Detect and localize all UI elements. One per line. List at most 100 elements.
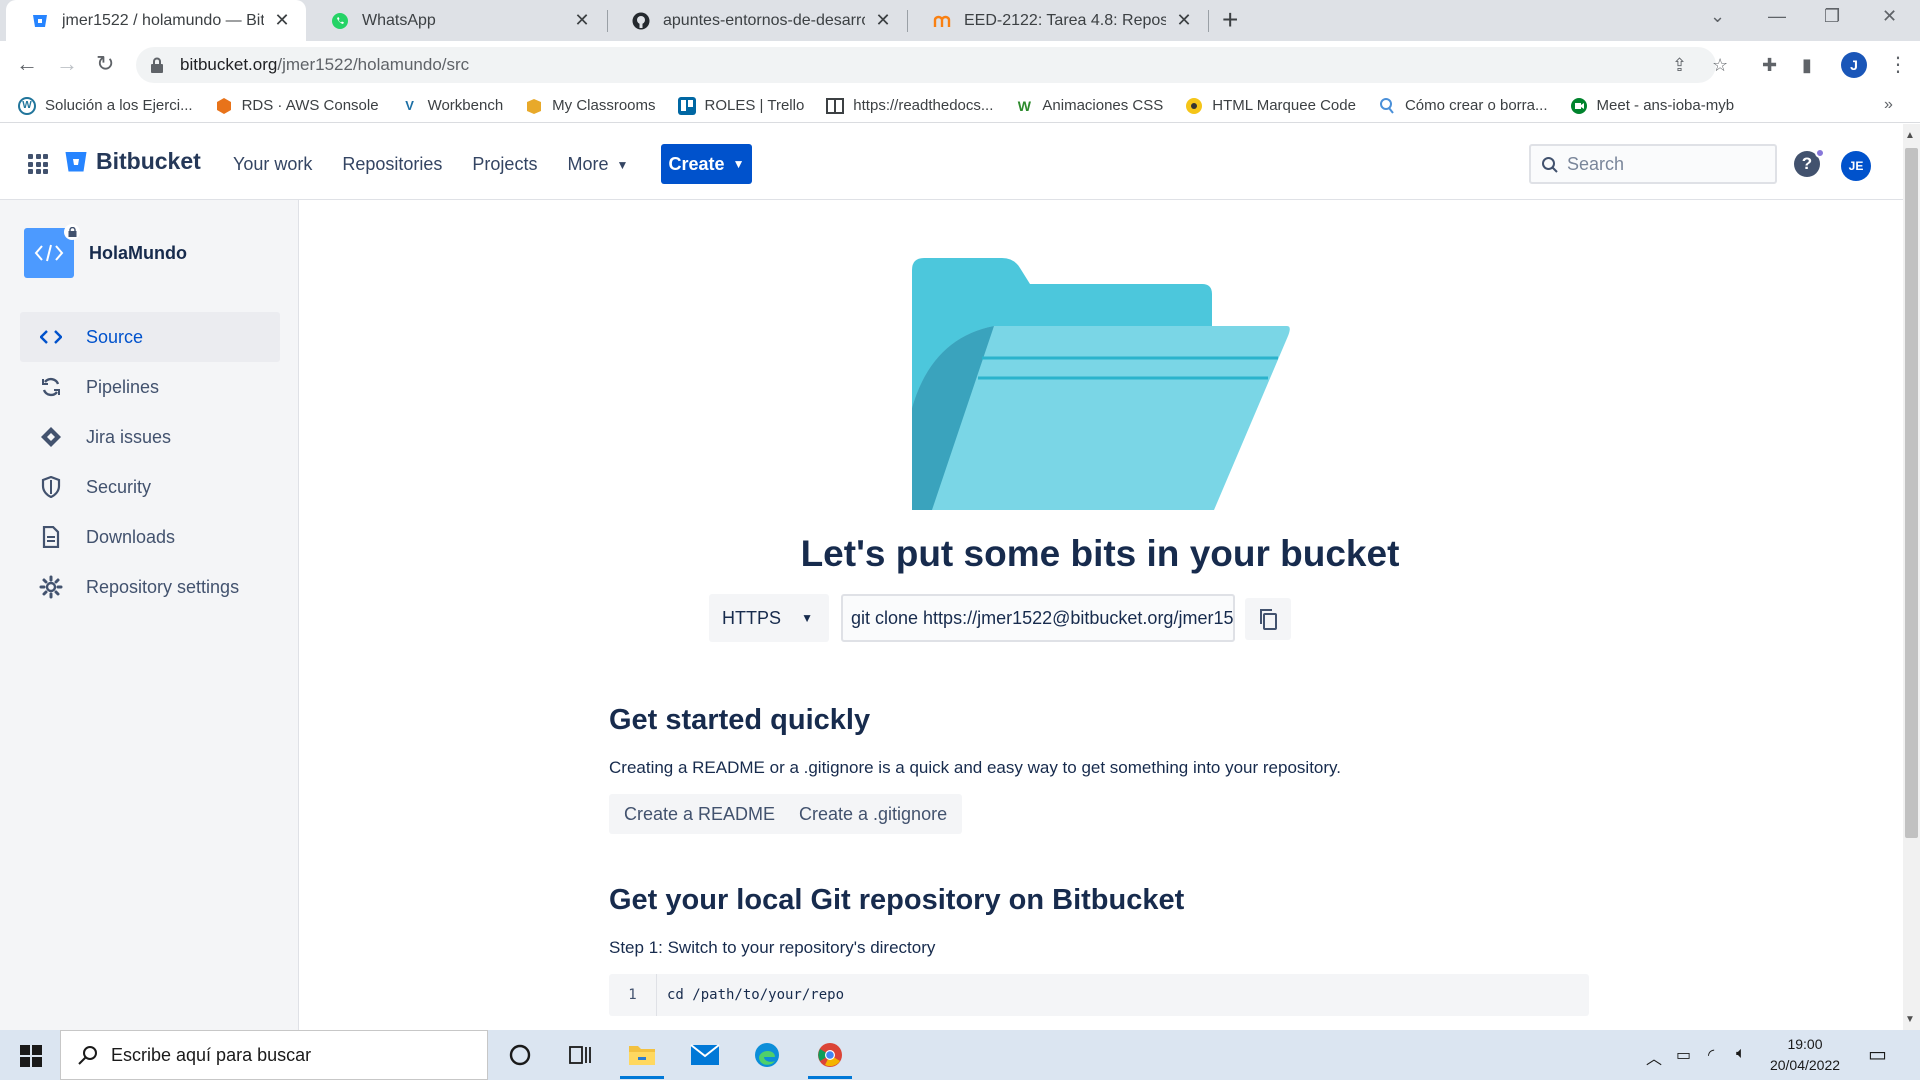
file-explorer-icon[interactable] (627, 1040, 657, 1070)
reload-icon[interactable]: ↻ (96, 53, 114, 75)
taskbar-search-input[interactable]: Escribe aquí para buscar (60, 1030, 488, 1080)
bookmark-item[interactable]: https://readthedocs... (826, 97, 993, 115)
github-icon (631, 11, 651, 31)
create-gitignore-button[interactable]: Create a .gitignore (784, 794, 963, 834)
windows-start-icon[interactable] (20, 1045, 42, 1067)
bookmark-item[interactable]: HTML Marquee Code (1185, 97, 1356, 115)
empty-folder-illustration (912, 258, 1290, 510)
scroll-down-arrow-icon[interactable]: ▼ (1905, 1014, 1915, 1025)
notifications-icon[interactable]: ▭ (1868, 1042, 1887, 1067)
back-arrow-icon[interactable]: ← (16, 53, 38, 75)
wordpress-icon: W (18, 96, 36, 115)
wifi-icon[interactable]: ◜ (1708, 1045, 1714, 1065)
nav-repositories[interactable]: Repositories (342, 154, 442, 175)
sidebar-item-downloads[interactable]: Downloads (20, 512, 280, 562)
bookmark-item[interactable]: RDS · AWS Console (215, 97, 379, 115)
restore-button[interactable]: ❐ (1824, 6, 1840, 27)
search-leaf-icon (1378, 97, 1396, 115)
nav-projects[interactable]: Projects (472, 154, 537, 175)
main-content: Let's put some bits in your bucket HTTPS… (300, 200, 1903, 1030)
readthedocs-icon (826, 97, 845, 115)
address-bar-row: ← → ↻ bitbucket.org/jmer1522/holamundo/s… (0, 41, 1920, 89)
jira-icon (38, 424, 64, 450)
private-lock-icon (64, 224, 80, 240)
active-app-indicator (620, 1076, 664, 1079)
bookmark-item[interactable]: W Solución a los Ejerci... (18, 96, 193, 115)
local-repo-title: Get your local Git repository on Bitbuck… (609, 884, 1185, 916)
bookmarks-overflow-icon[interactable]: » (1884, 96, 1893, 114)
step1-text: Step 1: Switch to your repository's dire… (609, 938, 936, 957)
minimize-button[interactable]: — (1768, 6, 1786, 27)
code-brackets-icon (34, 244, 64, 262)
app-switcher-grid-icon[interactable] (28, 154, 48, 174)
bookmark-item[interactable]: V Workbench (401, 97, 503, 115)
edge-icon[interactable] (752, 1040, 782, 1070)
clock-date: 20/04/2022 (1769, 1057, 1841, 1073)
forward-arrow-icon[interactable]: → (56, 53, 78, 75)
close-window-button[interactable]: ✕ (1882, 6, 1897, 27)
sidebar-item-jira[interactable]: Jira issues (20, 412, 280, 462)
url-input[interactable]: bitbucket.org/jmer1522/holamundo/src (136, 47, 1716, 83)
bookmark-item[interactable]: Cómo crear o borra... (1378, 97, 1548, 115)
moodle-icon (932, 11, 952, 31)
bookmark-item[interactable]: Meet - ans-ioba-myb (1570, 97, 1734, 115)
mail-icon[interactable] (690, 1040, 720, 1070)
bitbucket-header: Bitbucket Your work Repositories Project… (0, 124, 1903, 200)
browser-menu-icon[interactable]: ⋮ (1888, 52, 1908, 77)
share-icon[interactable]: ⇪ (1672, 55, 1687, 76)
pipelines-icon (38, 374, 64, 400)
taskbar-clock[interactable]: 19:00 20/04/2022 (1765, 1034, 1845, 1076)
sidebar-item-source[interactable]: Source (20, 312, 280, 362)
nav-more[interactable]: More ▼ (567, 154, 628, 175)
tab-bitbucket[interactable]: jmer1522 / holamundo — Bitbucket ✕ (6, 0, 306, 41)
get-started-text: Creating a README or a .gitignore is a q… (609, 758, 1341, 777)
create-button[interactable]: Create ▼ (661, 144, 752, 184)
chrome-icon[interactable] (815, 1040, 845, 1070)
whatsapp-icon (330, 11, 350, 31)
create-readme-button[interactable]: Create a README (609, 794, 791, 834)
tab-search-chevron-icon[interactable]: ⌄ (1710, 6, 1725, 27)
tray-chevron-up-icon[interactable]: ︿ (1646, 1045, 1662, 1069)
code-block: 1 cd /path/to/your/repo (609, 974, 1589, 1016)
repo-header[interactable]: HolaMundo (24, 224, 187, 278)
battery-icon[interactable]: ▭ (1676, 1045, 1691, 1065)
extensions-puzzle-icon[interactable]: ✚ (1762, 55, 1777, 76)
search-input[interactable]: Search (1529, 144, 1777, 184)
bookmark-item[interactable]: ROLES | Trello (677, 96, 804, 115)
tab-github[interactable]: apuntes-entornos-de-desarrollo ✕ (607, 0, 907, 41)
sidebar-item-repository-settings[interactable]: Repository settings (20, 562, 280, 612)
scrollbar-thumb[interactable] (1905, 148, 1918, 838)
scroll-up-arrow-icon[interactable]: ▲ (1905, 130, 1915, 141)
sidebar-item-security[interactable]: Security (20, 462, 280, 512)
close-tab-icon[interactable]: ✕ (272, 10, 292, 31)
aws-cube-icon (215, 97, 233, 115)
tab-moodle[interactable]: EED-2122: Tarea 4.8: Repositorios ✕ (908, 0, 1208, 41)
search-icon (78, 1046, 97, 1065)
browser-profile-avatar[interactable]: J (1841, 52, 1867, 78)
clone-command-input[interactable]: git clone https://jmer1522@bitbucket.org… (841, 594, 1235, 642)
protocol-select[interactable]: HTTPS ▼ (709, 594, 829, 642)
tab-whatsapp[interactable]: WhatsApp ✕ (306, 0, 606, 41)
chevron-down-icon: ▼ (616, 157, 629, 172)
close-tab-icon[interactable]: ✕ (1174, 10, 1194, 31)
bookmark-item[interactable]: W Animaciones CSS (1015, 97, 1164, 115)
logo-text: Bitbucket (96, 148, 201, 174)
user-avatar[interactable]: JE (1841, 151, 1871, 181)
close-tab-icon[interactable]: ✕ (873, 10, 893, 31)
cortana-icon[interactable] (505, 1040, 535, 1070)
bitbucket-logo[interactable]: Bitbucket (64, 148, 201, 175)
meet-icon (1570, 97, 1588, 115)
nav-your-work[interactable]: Your work (233, 154, 312, 175)
new-tab-button[interactable]: + (1222, 6, 1238, 34)
sidebar-item-pipelines[interactable]: Pipelines (20, 362, 280, 412)
tab-title: EED-2122: Tarea 4.8: Repositorios (964, 11, 1166, 29)
close-tab-icon[interactable]: ✕ (572, 10, 592, 31)
task-view-icon[interactable] (565, 1040, 595, 1070)
volume-icon[interactable]: 🔈︎ (1736, 1045, 1746, 1063)
bookmark-star-icon[interactable]: ☆ (1712, 55, 1728, 76)
copy-button[interactable] (1245, 598, 1291, 640)
side-panel-icon[interactable]: ▮ (1802, 55, 1812, 76)
tab-title: WhatsApp (362, 11, 436, 29)
bookmark-item[interactable]: My Classrooms (525, 97, 656, 115)
lock-icon (151, 57, 163, 73)
